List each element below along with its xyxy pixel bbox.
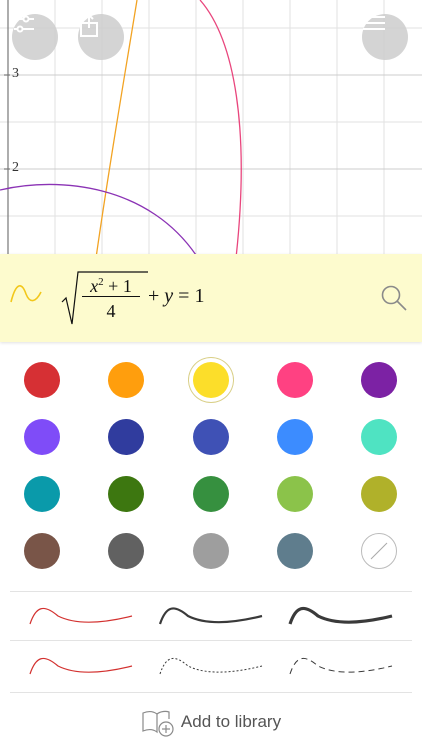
line-style-medium-solid[interactable] [158,602,268,632]
color-swatch[interactable] [108,362,144,398]
color-swatch[interactable] [108,533,144,569]
settings-button[interactable] [12,14,58,60]
color-swatch[interactable] [24,419,60,455]
fraction-bar [82,296,140,297]
book-add-icon [142,710,174,737]
search-icon[interactable] [380,284,408,312]
color-swatch[interactable] [361,362,397,398]
color-swatch[interactable] [24,362,60,398]
color-swatch[interactable] [361,476,397,512]
y-tick-label-2: 2 [12,160,19,175]
line-style-thin-solid[interactable] [28,602,138,632]
color-swatch[interactable] [24,533,60,569]
curve-style-icon[interactable] [8,280,44,308]
line-style-dashed[interactable] [288,652,398,682]
color-swatch-selected[interactable] [193,362,229,398]
color-swatch[interactable] [193,476,229,512]
divider [10,692,412,693]
sliders-icon [14,15,34,33]
color-palette [0,350,422,580]
color-swatch-none[interactable] [361,533,397,569]
add-to-library-label: Add to library [180,712,282,731]
graph-canvas[interactable]: 3 2 [0,0,422,258]
color-swatch[interactable] [361,419,397,455]
line-style-thick-solid[interactable] [288,602,398,632]
curve-purple [0,183,199,258]
expression-rest: + y = 1 [148,285,205,307]
color-swatch[interactable] [277,419,313,455]
line-style-solid-selected[interactable] [28,652,138,682]
color-swatch[interactable] [108,419,144,455]
share-icon [80,14,98,37]
no-color-icon [370,542,388,560]
color-swatch[interactable] [277,533,313,569]
hamburger-menu-icon [363,16,385,30]
color-swatch[interactable] [24,476,60,512]
color-swatch[interactable] [108,476,144,512]
add-to-library-button[interactable]: Add to library [0,702,422,742]
expression-bar[interactable]: x2 + 1 4 + y = 1 [0,254,422,342]
color-swatch[interactable] [277,476,313,512]
y-tick-label-3: 3 [12,66,19,81]
curve-pink [199,0,242,258]
divider [10,640,412,641]
divider [10,591,412,592]
graph-grid [0,0,422,258]
color-swatch[interactable] [193,419,229,455]
menu-button[interactable] [362,14,408,60]
color-swatch[interactable] [277,362,313,398]
fraction: x2 + 1 4 [82,270,140,323]
fraction-numerator: x2 + 1 [90,276,132,296]
share-button[interactable] [78,14,124,60]
color-swatch[interactable] [193,533,229,569]
line-style-dotted[interactable] [158,652,268,682]
fraction-denominator: 4 [106,301,116,321]
